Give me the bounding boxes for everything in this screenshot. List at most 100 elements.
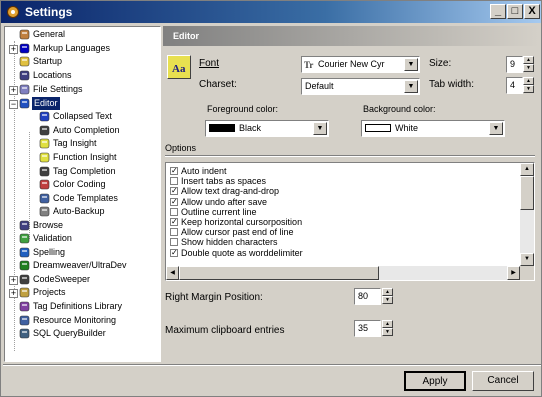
options-label: Options xyxy=(165,143,197,153)
settings-app-icon xyxy=(7,6,19,18)
title-bar: Settings _ □ X xyxy=(1,1,541,23)
checkbox-unchecked[interactable] xyxy=(170,238,178,247)
tree-expander[interactable]: − xyxy=(9,100,18,109)
foreground-color-select[interactable]: Black ▼ xyxy=(205,120,329,137)
settings-tree[interactable]: General + Markup Languages Startup Locations… xyxy=(4,26,161,362)
projects-icon xyxy=(19,287,30,298)
foreground-color-label: Foreground color: xyxy=(207,104,279,114)
chevron-down-icon[interactable]: ▼ xyxy=(489,122,503,135)
tree-item-label: Dreamweaver/UltraDev xyxy=(33,260,127,270)
tree-item-label: Collapsed Text xyxy=(53,111,112,121)
scroll-left-button[interactable]: ◀ xyxy=(166,266,179,280)
option-label: Allow text drag-and-drop xyxy=(181,186,280,197)
right-margin-input[interactable]: 80 xyxy=(354,288,381,305)
checkbox-checked[interactable]: ✓ xyxy=(170,218,178,226)
option-label: Auto indent xyxy=(181,166,227,176)
checkbox-checked[interactable]: ✓ xyxy=(170,167,178,175)
option-label: Show hidden characters xyxy=(181,237,278,248)
chevron-down-icon[interactable]: ▼ xyxy=(313,122,327,135)
tree-item-label: Color Coding xyxy=(53,179,106,189)
spelling-icon xyxy=(19,247,30,258)
charset-select[interactable]: Default ▼ xyxy=(301,78,420,95)
tree-item-label: Code Templates xyxy=(53,193,118,203)
size-label: Size: xyxy=(429,58,452,69)
right-margin-spinner[interactable]: ▲ ▼ xyxy=(382,288,393,305)
vertical-scrollbar[interactable]: ▲ ▼ xyxy=(520,163,534,266)
tab-width-label: Tab width: xyxy=(429,79,475,90)
tab-width-spinner[interactable]: ▲ ▼ xyxy=(523,77,534,94)
tree-item-label: CodeSweeper xyxy=(33,274,91,284)
clipboard-label: Maximum clipboard entries xyxy=(165,325,285,336)
charset-label: Charset: xyxy=(199,79,237,90)
close-button[interactable]: X xyxy=(524,4,540,19)
lightbulb-icon xyxy=(39,138,50,149)
options-list[interactable]: ▲ ▼ ◀ ▶ ✓ Auto indent Insert tabs as space… xyxy=(165,162,535,281)
clipboard-spinner[interactable]: ▲ ▼ xyxy=(382,320,393,337)
font-select[interactable]: Tr Courier New Cyr ▼ xyxy=(301,56,420,73)
tree-expander[interactable]: + xyxy=(9,45,18,54)
checkbox-checked[interactable]: ✓ xyxy=(170,248,178,257)
cancel-button[interactable]: Cancel xyxy=(472,371,534,391)
option-label: Keep horizontal cursorposition xyxy=(181,217,303,227)
option-label: Double quote as worddelimiter xyxy=(181,247,303,258)
checkbox-checked[interactable]: ✓ xyxy=(170,197,178,206)
foreground-swatch xyxy=(209,124,235,132)
scroll-right-button[interactable]: ▶ xyxy=(507,266,520,280)
minimize-button[interactable]: _ xyxy=(490,4,506,19)
tree-item-label: Browse xyxy=(33,220,64,230)
tree-expander[interactable]: + xyxy=(9,86,18,95)
tree-expander[interactable]: + xyxy=(9,276,18,285)
background-swatch xyxy=(365,124,391,132)
tree-item-label: Auto-Backup xyxy=(53,206,105,216)
chevron-down-icon[interactable]: ▼ xyxy=(404,58,418,71)
settings-window: Settings _ □ X General + Markup Languages S… xyxy=(0,0,542,397)
right-margin-label: Right Margin Position: xyxy=(165,292,263,303)
tree-item-label: Startup xyxy=(33,56,63,66)
auto-completion-icon xyxy=(39,125,50,136)
hscroll-thumb[interactable] xyxy=(179,266,379,280)
gear-icon xyxy=(19,29,30,40)
glasses-icon xyxy=(39,166,50,177)
tree-item-label: Projects xyxy=(33,287,66,297)
dreamweaver-icon xyxy=(19,260,30,271)
editor-icon xyxy=(19,98,30,109)
checkbox-unchecked[interactable] xyxy=(170,228,178,237)
maximize-button[interactable]: □ xyxy=(507,4,523,19)
tree-item-label: Function Insight xyxy=(53,152,117,162)
truetype-icon: Tr xyxy=(304,60,314,70)
checkbox-unchecked[interactable] xyxy=(170,177,178,186)
options-divider xyxy=(165,155,535,157)
sql-icon xyxy=(19,328,30,339)
tree-item-label: General xyxy=(33,29,66,39)
option-label: Insert tabs as spaces xyxy=(181,176,267,187)
option-label: Allow cursor past end of line xyxy=(181,227,294,238)
chevron-down-icon[interactable]: ▼ xyxy=(404,80,418,93)
tree-item-label: SQL QueryBuilder xyxy=(33,328,106,338)
bottom-divider xyxy=(3,364,541,366)
color-coding-icon xyxy=(39,179,50,190)
font-icon-button[interactable]: Aa xyxy=(167,55,191,79)
tree-item-label: Tag Definitions Library xyxy=(33,301,123,311)
folder-icon xyxy=(19,56,30,67)
size-input[interactable]: 9 xyxy=(506,56,523,73)
horizontal-scrollbar[interactable]: ◀ ▶ xyxy=(166,266,520,280)
checkbox-unchecked[interactable] xyxy=(170,207,178,216)
background-color-select[interactable]: White ▼ xyxy=(361,120,505,137)
monitor-icon xyxy=(19,315,30,326)
browse-icon xyxy=(19,220,30,231)
validation-icon xyxy=(19,233,30,244)
scroll-thumb[interactable] xyxy=(520,176,534,210)
size-spinner[interactable]: ▲ ▼ xyxy=(523,56,534,73)
background-color-label: Background color: xyxy=(363,104,436,114)
scroll-down-button[interactable]: ▼ xyxy=(520,253,534,266)
apply-button[interactable]: Apply xyxy=(404,371,466,391)
tree-expander[interactable]: + xyxy=(9,289,18,298)
option-label: Outline current line xyxy=(181,206,257,217)
codesweeper-icon xyxy=(19,274,30,285)
size-grip xyxy=(520,266,534,280)
checkbox-checked[interactable]: ✓ xyxy=(170,187,178,196)
tab-width-input[interactable]: 4 xyxy=(506,77,523,94)
clipboard-input[interactable]: 35 xyxy=(354,320,381,337)
option-label: Allow undo after save xyxy=(181,196,268,207)
scroll-up-button[interactable]: ▲ xyxy=(520,163,534,176)
